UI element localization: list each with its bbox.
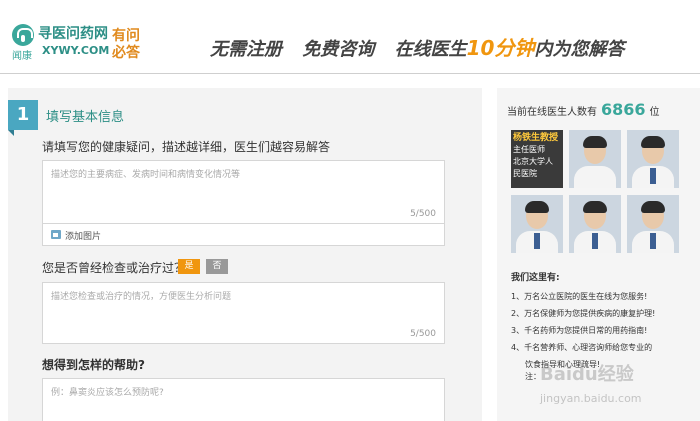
add-image-label: 添加图片: [65, 232, 102, 242]
doctor-card-featured[interactable]: 杨铁生教授 主任医师 北京大学人 民医院: [511, 130, 563, 188]
offer-title: 我们这里有:: [511, 273, 560, 283]
doctor-tie: [592, 233, 598, 249]
tagline-highlight: 10分钟: [466, 36, 535, 60]
tagline-part3-suffix: 内为您解答: [534, 39, 625, 60]
doctor-photo[interactable]: [569, 130, 621, 188]
tagline-part3-prefix: 在线医生: [394, 39, 467, 60]
offer-item: 3、千名药师为您提供日常的用药指南!: [511, 326, 648, 335]
tagline-part2: 免费咨询: [302, 39, 375, 60]
doctor-hair: [641, 136, 665, 148]
question2-label: 您是否曾经检查或治疗过？: [42, 261, 187, 275]
featured-doctor-info: 杨铁生教授 主任医师 北京大学人 民医院: [513, 132, 558, 180]
doctor-tie: [650, 233, 656, 249]
doctor-photo[interactable]: [569, 195, 621, 253]
offer-item: 2、万名保健师为您提供疾病的康复护理!: [511, 309, 656, 318]
no-button[interactable]: 否: [206, 259, 228, 274]
health-question-placeholder: 描述您的主要病症、发病时间和病情变化情况等: [51, 170, 241, 180]
question3-label: 想得到怎样的帮助?: [42, 358, 145, 372]
offer-note: 注：: [525, 372, 541, 381]
logo-domain[interactable]: XYWY.COM: [42, 44, 109, 57]
online-prefix: 当前在线医生人数有: [507, 107, 597, 118]
watermark-url: jingyan.baidu.com: [540, 392, 642, 405]
doctor-hospital-line2: 民医院: [513, 169, 537, 178]
health-question-char-count: 5/500: [410, 209, 436, 219]
doctor-photo[interactable]: [627, 195, 679, 253]
site-header: 闻康 寻医问药网 XYWY.COM 有问 必答 无需注册 免费咨询 在线医生10…: [0, 0, 700, 74]
logo-sub-text: 闻康: [12, 51, 32, 62]
treatment-history-char-count: 5/500: [410, 329, 436, 339]
question-form: 1 填写基本信息 请填写您的健康疑问，描述越详细，医生们越容易解答 描述您的主要…: [8, 88, 482, 421]
doctor-coat: [574, 166, 616, 188]
logo-name[interactable]: 寻医问药网: [38, 23, 108, 43]
offer-item: 1、万名公立医院的医生在线为您服务!: [511, 292, 648, 301]
doctor-hair: [583, 201, 607, 213]
doctor-photo[interactable]: [627, 130, 679, 188]
doctor-hospital-line1: 北京大学人: [513, 157, 553, 166]
step-title: 填写基本信息: [46, 110, 125, 125]
watermark-logo: Baidu经验: [540, 364, 634, 385]
doctor-tie: [650, 168, 656, 184]
treatment-history-textarea[interactable]: 描述您检查或治疗的情况，方便医生分析问题 5/500: [42, 282, 445, 344]
online-doctor-count: 当前在线医生人数有 6866 位: [507, 100, 660, 119]
online-count-number: 6866: [601, 100, 646, 119]
question1-label: 请填写您的健康疑问，描述越详细，医生们越容易解答: [42, 140, 331, 154]
yes-button[interactable]: 是: [178, 259, 200, 274]
help-wanted-placeholder: 例：鼻窦炎应该怎么预防呢?: [51, 388, 164, 398]
logo-icon[interactable]: [12, 24, 34, 46]
doctor-title: 主任医师: [513, 145, 545, 154]
slogan-line2: 必答: [112, 45, 140, 61]
doctor-name: 杨铁生教授: [513, 133, 559, 143]
health-question-textarea[interactable]: 描述您的主要病症、发病时间和病情变化情况等 5/500: [42, 160, 445, 224]
treatment-history-placeholder: 描述您检查或治疗的情况，方便医生分析问题: [51, 292, 232, 302]
tagline-part1: 无需注册: [210, 39, 282, 60]
offer-item: 4、千名营养师、心理咨询师给您专业的: [511, 343, 653, 352]
header-tagline: 无需注册 免费咨询 在线医生10分钟内为您解答: [210, 32, 624, 61]
doctor-hair: [525, 201, 549, 213]
doctor-photo[interactable]: [511, 195, 563, 253]
image-icon: [51, 230, 61, 239]
step-number-badge: 1: [8, 100, 38, 136]
doctor-tie: [534, 233, 540, 249]
help-wanted-textarea[interactable]: 例：鼻窦炎应该怎么预防呢?: [42, 378, 445, 421]
doctor-hair: [583, 136, 607, 148]
online-suffix: 位: [649, 107, 660, 118]
add-image-button[interactable]: 添加图片: [42, 224, 445, 246]
doctor-hair: [641, 201, 665, 213]
